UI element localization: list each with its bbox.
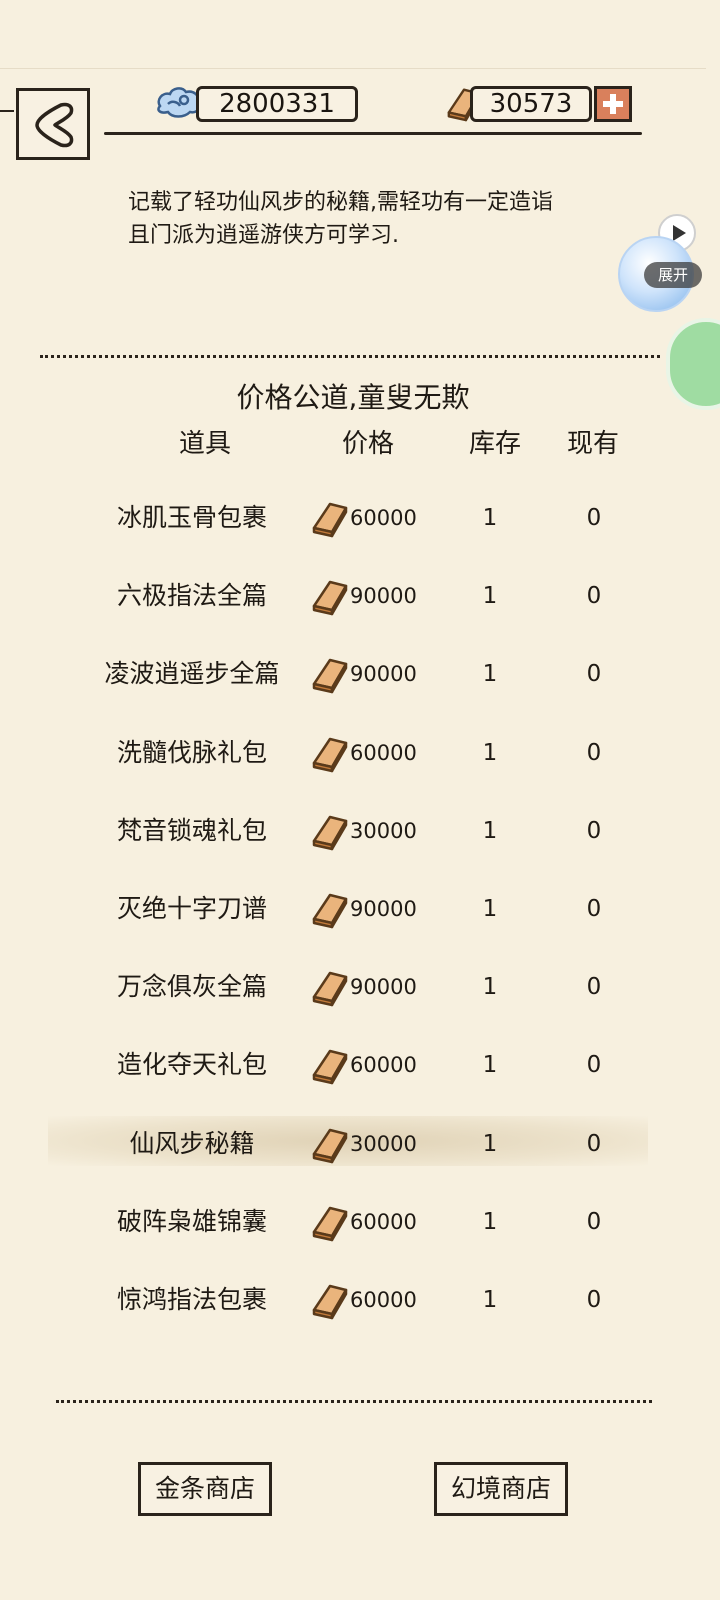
item-price: 60000 <box>350 1053 417 1078</box>
item-owned: 0 <box>586 739 602 766</box>
gold-ingot-icon <box>310 1124 350 1164</box>
item-stock: 1 <box>482 739 498 766</box>
item-owned: 0 <box>586 817 602 844</box>
item-stock: 1 <box>482 1052 498 1079</box>
item-stock: 1 <box>482 583 498 610</box>
shop-item-row[interactable]: 灭绝十字刀谱 90000 1 0 <box>0 871 706 949</box>
shop-item-list: 冰肌玉骨包裹 60000 1 0 六极指法全篇 90000 1 0 凌波逍遥步全篇 90000 1 0… <box>0 480 706 1340</box>
gold-ingot-icon <box>310 811 350 851</box>
shop-item-row[interactable]: 惊鸿指法包裹 60000 1 0 <box>0 1262 706 1340</box>
shop-item-row[interactable]: 六极指法全篇 90000 1 0 <box>0 558 706 636</box>
item-stock: 1 <box>482 895 498 922</box>
item-description: 记载了轻功仙风步的秘籍,需轻功有一定造诣且门派为逍遥游侠方可学习. <box>128 190 553 248</box>
gold-ingot-icon <box>310 576 350 616</box>
silver-amount: 2800331 <box>196 86 358 122</box>
item-stock: 1 <box>482 505 498 531</box>
gold-ingot-icon <box>310 889 350 929</box>
item-name: 冰肌玉骨包裹 <box>116 503 267 532</box>
item-stock: 1 <box>482 1286 498 1313</box>
item-name: 万念俱灰全篇 <box>116 972 267 1002</box>
gold-ingot-icon <box>310 498 350 538</box>
column-header-owned: 现有 <box>566 429 619 459</box>
shop-item-row[interactable]: 洗髓伐脉礼包 60000 1 0 <box>0 715 706 793</box>
shop-slogan: 价格公道,童叟无欺 <box>236 381 470 414</box>
shop-item-row[interactable]: 破阵枭雄锦囊 60000 1 0 <box>0 1184 706 1262</box>
item-name: 凌波逍遥步全篇 <box>104 659 280 689</box>
back-button[interactable] <box>16 88 90 160</box>
item-stock: 1 <box>482 817 498 844</box>
item-price: 90000 <box>350 584 417 609</box>
item-price: 90000 <box>350 662 417 687</box>
item-stock: 1 <box>482 1130 498 1157</box>
shop-item-row[interactable]: 万念俱灰全篇 90000 1 0 <box>0 949 706 1027</box>
gold-amount: 30573 <box>470 86 592 122</box>
gold-ingot-icon <box>310 1280 350 1320</box>
item-owned: 0 <box>586 1286 602 1313</box>
expand-button[interactable]: 展开 <box>644 262 702 288</box>
column-header-item: 道具 <box>178 429 231 459</box>
shop-item-row[interactable]: 梵音锁魂礼包 30000 1 0 <box>0 793 706 871</box>
item-owned: 0 <box>586 661 602 688</box>
gold-ingot-icon <box>310 1202 350 1242</box>
header-rule <box>104 132 642 135</box>
column-header-stock: 库存 <box>468 429 521 459</box>
shop-item-row[interactable]: 造化夺天礼包 60000 1 0 <box>0 1027 706 1105</box>
item-price: 60000 <box>350 1287 417 1312</box>
item-owned: 0 <box>586 1130 602 1157</box>
item-owned: 0 <box>586 974 602 1001</box>
item-name: 洗髓伐脉礼包 <box>116 737 267 767</box>
item-stock: 1 <box>482 974 498 1001</box>
item-price: 60000 <box>350 740 417 765</box>
item-name: 梵音锁魂礼包 <box>116 815 267 845</box>
gold-ingot-icon <box>310 733 350 773</box>
back-arrow-icon <box>35 102 74 148</box>
gold-ingot-icon <box>310 1045 350 1085</box>
item-price: 60000 <box>350 506 417 530</box>
dotted-divider-top <box>40 355 660 358</box>
item-name: 灭绝十字刀谱 <box>116 893 267 923</box>
item-owned: 0 <box>586 505 602 531</box>
item-name: 造化夺天礼包 <box>116 1050 267 1080</box>
shop-item-row[interactable]: 冰肌玉骨包裹 60000 1 0 <box>0 480 706 558</box>
gold-ingot-icon <box>310 967 350 1007</box>
item-owned: 0 <box>586 1208 602 1235</box>
item-name: 破阵枭雄锦囊 <box>116 1206 267 1236</box>
item-name: 六极指法全篇 <box>116 581 267 611</box>
dream-shop-button[interactable]: 幻境商店 <box>434 1462 568 1516</box>
item-owned: 0 <box>586 1052 602 1079</box>
item-name: 惊鸿指法包裹 <box>116 1284 267 1314</box>
item-stock: 1 <box>482 661 498 688</box>
shop-item-row[interactable]: 凌波逍遥步全篇 90000 1 0 <box>0 636 706 714</box>
gold-shop-button[interactable]: 金条商店 <box>138 1462 272 1516</box>
item-price: 90000 <box>350 975 417 1000</box>
top-divider <box>0 68 706 69</box>
gold-ingot-icon <box>310 654 350 694</box>
item-owned: 0 <box>586 583 602 610</box>
item-price: 30000 <box>350 818 417 843</box>
shop-item-row[interactable]: 仙风步秘籍 30000 1 0 <box>0 1106 706 1184</box>
add-gold-button[interactable] <box>594 86 632 122</box>
item-name: 仙风步秘籍 <box>129 1128 255 1158</box>
item-stock: 1 <box>482 1208 498 1235</box>
item-price: 30000 <box>350 1131 417 1156</box>
item-price: 90000 <box>350 896 417 921</box>
header-rule-left <box>0 110 14 112</box>
dotted-divider-bottom <box>56 1400 652 1403</box>
item-owned: 0 <box>586 895 602 922</box>
item-price: 60000 <box>350 1209 417 1234</box>
column-header-price: 价格 <box>341 429 394 459</box>
